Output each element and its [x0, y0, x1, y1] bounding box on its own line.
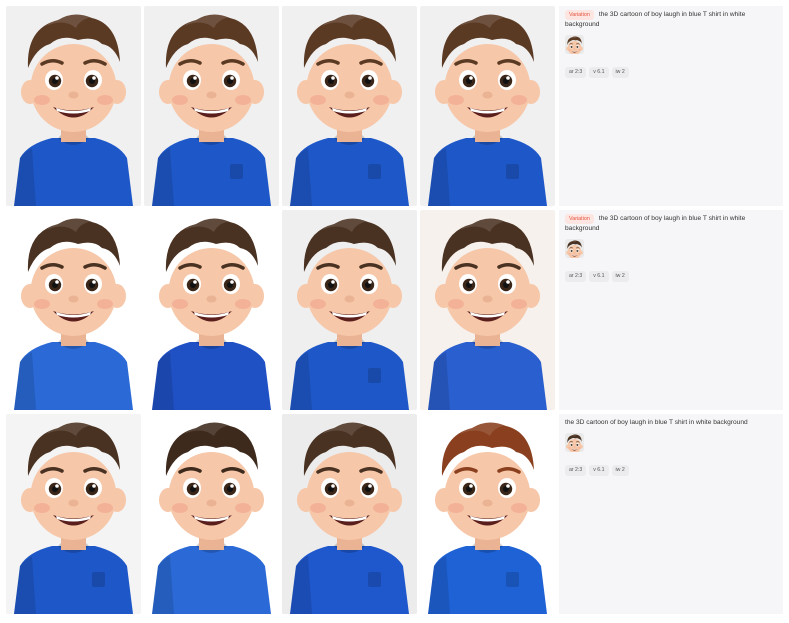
- image-weight-chip[interactable]: iw 2: [611, 66, 629, 78]
- generated-image-thumbnail[interactable]: [144, 210, 279, 410]
- aspect-ratio-chip[interactable]: ar 2:3: [565, 66, 587, 78]
- generated-image-thumbnail[interactable]: [282, 6, 417, 206]
- prompt-label: the 3D cartoon of boy laugh in blue T sh…: [565, 419, 748, 426]
- generated-image-thumbnail[interactable]: [282, 210, 417, 410]
- prompt-text[interactable]: Variation the 3D cartoon of boy laugh in …: [565, 214, 777, 234]
- reference-image-thumbnail[interactable]: [565, 34, 584, 54]
- version-chip[interactable]: v 6.1: [589, 270, 609, 282]
- generated-image-thumbnail[interactable]: [420, 210, 555, 410]
- parameter-chips: ar 2:3 v 6.1 iw 2: [565, 60, 777, 78]
- job-details-panel: Variation the 3D cartoon of boy laugh in …: [559, 6, 783, 206]
- aspect-ratio-chip[interactable]: ar 2:3: [565, 270, 587, 282]
- job-row: Variation the 3D cartoon of boy laugh in …: [6, 210, 783, 410]
- version-chip[interactable]: v 6.1: [589, 464, 609, 476]
- prompt-text[interactable]: Variation the 3D cartoon of boy laugh in …: [565, 10, 777, 30]
- variation-badge: Variation: [565, 10, 594, 20]
- job-details-panel: Variation the 3D cartoon of boy laugh in …: [559, 210, 783, 410]
- image-grid: [6, 414, 556, 614]
- generated-image-thumbnail[interactable]: [6, 6, 141, 206]
- generated-image-thumbnail[interactable]: [6, 414, 141, 614]
- reference-image-thumbnail[interactable]: [565, 432, 584, 452]
- generated-image-thumbnail[interactable]: [420, 6, 555, 206]
- image-weight-chip[interactable]: iw 2: [611, 464, 629, 476]
- reference-image-thumbnail[interactable]: [565, 238, 584, 258]
- generated-image-thumbnail[interactable]: [6, 210, 141, 410]
- generated-image-thumbnail[interactable]: [144, 414, 279, 614]
- prompt-text[interactable]: the 3D cartoon of boy laugh in blue T sh…: [565, 418, 777, 428]
- version-chip[interactable]: v 6.1: [589, 66, 609, 78]
- generated-image-thumbnail[interactable]: [420, 414, 555, 614]
- generation-feed: Variation the 3D cartoon of boy laugh in …: [0, 0, 789, 623]
- image-weight-chip[interactable]: iw 2: [611, 270, 629, 282]
- job-row: Variation the 3D cartoon of boy laugh in …: [6, 6, 783, 206]
- generated-image-thumbnail[interactable]: [282, 414, 417, 614]
- variation-badge: Variation: [565, 214, 594, 224]
- parameter-chips: ar 2:3 v 6.1 iw 2: [565, 264, 777, 282]
- job-row: the 3D cartoon of boy laugh in blue T sh…: [6, 414, 783, 614]
- job-details-panel: the 3D cartoon of boy laugh in blue T sh…: [559, 414, 783, 614]
- aspect-ratio-chip[interactable]: ar 2:3: [565, 464, 587, 476]
- image-grid: [6, 210, 556, 410]
- generated-image-thumbnail[interactable]: [144, 6, 279, 206]
- parameter-chips: ar 2:3 v 6.1 iw 2: [565, 458, 777, 476]
- image-grid: [6, 6, 556, 206]
